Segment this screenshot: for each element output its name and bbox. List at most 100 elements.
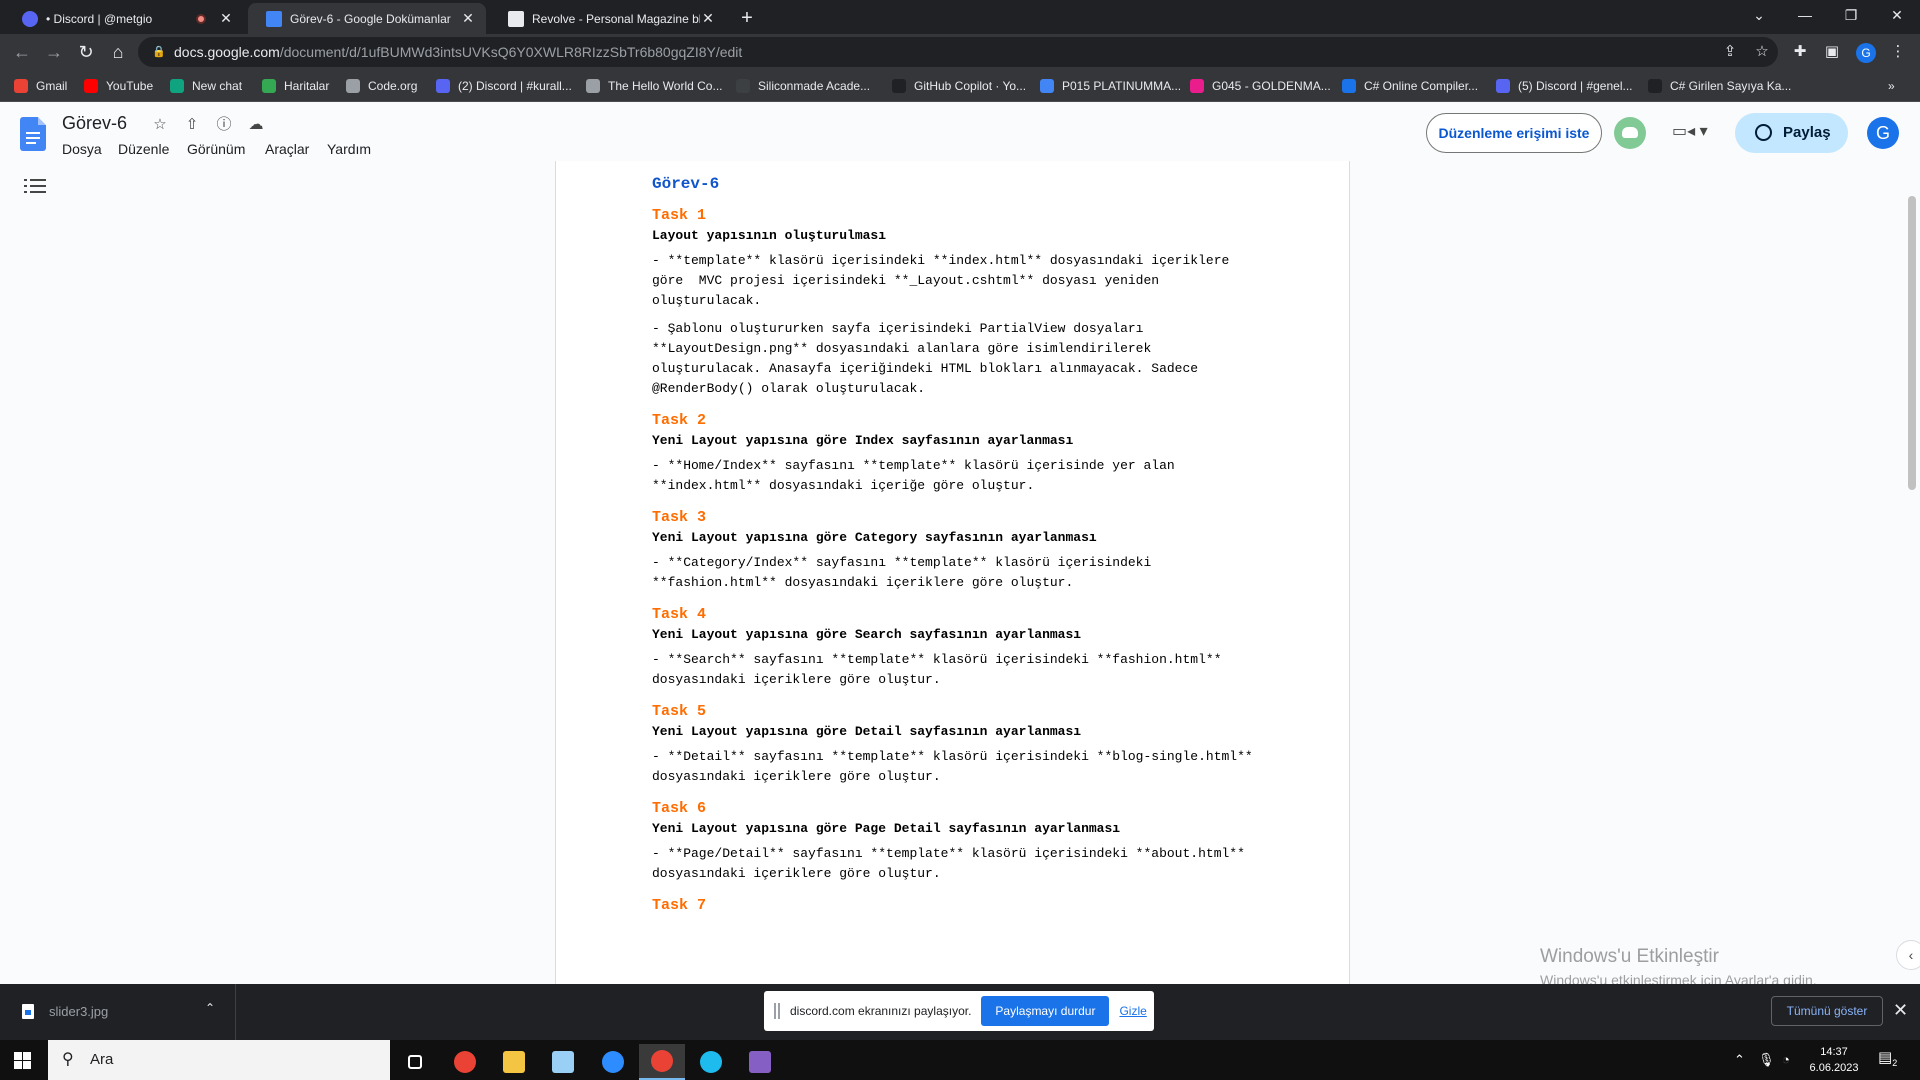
taskbar-clock[interactable]: 14:37 6.06.2023: [1806, 1044, 1862, 1076]
task-section: Task 1 Layout yapısının oluşturulması - **…: [652, 207, 1262, 399]
menu-file[interactable]: Dosya: [62, 141, 102, 157]
tab-revolve[interactable]: Revolve - Personal Magazine blog ✕: [490, 3, 726, 34]
bookmark-label: Siliconmade Acade...: [758, 79, 871, 93]
bookmark-favicon-icon: [170, 79, 184, 93]
globe-icon: [1755, 124, 1772, 141]
profile-avatar[interactable]: G: [1856, 43, 1876, 63]
task-heading: Task 4: [652, 606, 707, 623]
bookmark-label: P015 PLATINUMMA...: [1062, 79, 1182, 93]
taskbar-search-input[interactable]: ⚲ Ara: [48, 1040, 390, 1080]
account-avatar[interactable]: G: [1867, 117, 1899, 149]
restore-button[interactable]: ❐: [1828, 0, 1874, 30]
bookmark-item[interactable]: Haritalar: [262, 77, 329, 95]
minimize-button[interactable]: —: [1782, 0, 1828, 30]
drag-handle-icon[interactable]: [774, 1003, 780, 1019]
notification-count: 2: [1892, 1058, 1898, 1068]
close-icon[interactable]: ✕: [1893, 1000, 1908, 1021]
bookmark-item[interactable]: C# Online Compiler...: [1342, 77, 1478, 95]
bookmark-item[interactable]: The Hello World Co...: [586, 77, 723, 95]
notification-center-icon[interactable]: ▤2: [1878, 1048, 1900, 1070]
task-view-taskbar-icon[interactable]: [392, 1044, 438, 1080]
visual-studio-taskbar-icon[interactable]: [737, 1044, 783, 1080]
edge-taskbar-icon[interactable]: [688, 1044, 734, 1080]
menu-edit[interactable]: Düzenle: [118, 141, 169, 157]
microphone-icon[interactable]: 🎙: [1758, 1052, 1775, 1068]
tab-discord[interactable]: • Discord | @metgio ✕: [4, 3, 244, 34]
tab-title: Görev-6 - Google Dokümanlar: [290, 11, 451, 26]
star-icon[interactable]: ☆: [150, 115, 170, 135]
menu-help[interactable]: Yardım: [327, 141, 371, 157]
share-page-icon[interactable]: ⇪: [1720, 42, 1740, 62]
chrome-taskbar-icon[interactable]: [442, 1044, 488, 1080]
anonymous-collaborator-avatar[interactable]: [1614, 117, 1646, 149]
document-heading: Görev-6: [652, 175, 720, 193]
bookmark-item[interactable]: Siliconmade Acade...: [736, 77, 870, 95]
close-icon[interactable]: ✕: [218, 10, 234, 27]
show-all-downloads-button[interactable]: Tümünü göster: [1771, 996, 1883, 1026]
address-bar[interactable]: 🔒 docs.google.com/document/d/1ufBUMWd3in…: [138, 37, 1778, 67]
wifi-icon[interactable]: ◔: [1782, 1052, 1790, 1067]
task-paragraph: - **Home/Index** sayfasını **template** …: [652, 458, 1183, 493]
bookmark-item[interactable]: Gmail: [14, 77, 67, 95]
download-item[interactable]: slider3.jpg ⌃: [0, 984, 236, 1040]
chevron-left-icon[interactable]: ‹: [1896, 940, 1920, 970]
stop-sharing-button[interactable]: Paylaşmayı durdur: [981, 996, 1110, 1026]
close-icon[interactable]: ✕: [700, 10, 716, 27]
bookmark-star-icon[interactable]: ☆: [1752, 42, 1772, 62]
meet-icon[interactable]: ▭◂ ▾: [1672, 121, 1708, 141]
bookmark-item[interactable]: G045 - GOLDENMA...: [1190, 77, 1331, 95]
notepad-taskbar-icon[interactable]: [540, 1044, 586, 1080]
bookmark-item[interactable]: GitHub Copilot · Yo...: [892, 77, 1026, 95]
bookmark-item[interactable]: (5) Discord | #genel...: [1496, 77, 1633, 95]
extensions-icon[interactable]: ✚: [1790, 42, 1810, 62]
forward-button[interactable]: →: [42, 40, 66, 64]
chrome-active-icon: [651, 1050, 673, 1072]
chevron-up-icon[interactable]: ⌃: [205, 1001, 215, 1015]
task-heading: Task 2: [652, 412, 707, 429]
menu-view[interactable]: Görünüm: [187, 141, 245, 157]
task-view-icon: [408, 1055, 422, 1069]
task-section: Task 4 Yeni Layout yapısına göre Search s…: [652, 606, 1262, 690]
reload-button[interactable]: ↻: [74, 40, 98, 64]
chrome-active-taskbar-icon[interactable]: [639, 1044, 685, 1080]
bookmark-label: Code.org: [368, 79, 418, 93]
outline-list-icon[interactable]: [24, 177, 46, 197]
bookmark-item[interactable]: C# Girilen Sayıya Ka...: [1648, 77, 1791, 95]
bookmarks-overflow-icon[interactable]: »: [1888, 77, 1895, 95]
move-icon[interactable]: ⇧: [182, 115, 202, 135]
info-icon[interactable]: ⓘ: [214, 115, 234, 135]
close-icon[interactable]: ✕: [460, 10, 476, 27]
more-menu-icon[interactable]: ⋮: [1888, 42, 1908, 62]
cloud-status-icon[interactable]: ☁: [246, 115, 266, 135]
document-title[interactable]: Görev-6: [62, 113, 127, 134]
tab-google-docs[interactable]: Görev-6 - Google Dokümanlar ✕: [248, 3, 486, 34]
bookmark-item[interactable]: YouTube: [84, 77, 153, 95]
bookmark-favicon-icon: [736, 79, 750, 93]
request-edit-access-button[interactable]: Düzenleme erişimi iste: [1426, 113, 1602, 153]
file-explorer-taskbar-icon[interactable]: [491, 1044, 537, 1080]
task-subtitle: Layout yapısının oluşturulması: [652, 228, 887, 243]
bookmark-item[interactable]: P015 PLATINUMMA...: [1040, 77, 1181, 95]
bookmark-favicon-icon: [1342, 79, 1356, 93]
docs-logo-icon[interactable]: [20, 117, 46, 151]
vertical-scrollbar[interactable]: [1908, 196, 1916, 490]
bookmark-favicon-icon: [1496, 79, 1510, 93]
home-button[interactable]: ⌂: [106, 40, 130, 64]
bookmark-item[interactable]: Code.org: [346, 77, 417, 95]
tray-overflow-icon[interactable]: ⌃: [1734, 1052, 1745, 1068]
bookmark-item[interactable]: (2) Discord | #kurall...: [436, 77, 572, 95]
close-window-button[interactable]: ✕: [1874, 0, 1920, 30]
hide-notice-link[interactable]: Gizle: [1119, 1004, 1146, 1018]
back-button[interactable]: ←: [10, 40, 34, 64]
document-page[interactable]: Görev-6 Task 1 Layout yapısının oluşturul…: [555, 161, 1350, 984]
menu-tools[interactable]: Araçlar: [265, 141, 309, 157]
new-tab-button[interactable]: +: [734, 6, 760, 32]
task-paragraph: - **Category/Index** sayfasını **templat…: [652, 555, 1160, 590]
side-panel-icon[interactable]: ▣: [1822, 42, 1842, 62]
zoom-taskbar-icon[interactable]: [590, 1044, 636, 1080]
bookmark-item[interactable]: New chat: [170, 77, 242, 95]
share-button[interactable]: Paylaş: [1735, 113, 1848, 153]
browser-toolbar: ← → ↻ ⌂ 🔒 docs.google.com/document/d/1uf…: [0, 34, 1920, 70]
tab-search-button[interactable]: ⌄: [1736, 0, 1782, 30]
windows-start-icon[interactable]: [14, 1052, 31, 1069]
